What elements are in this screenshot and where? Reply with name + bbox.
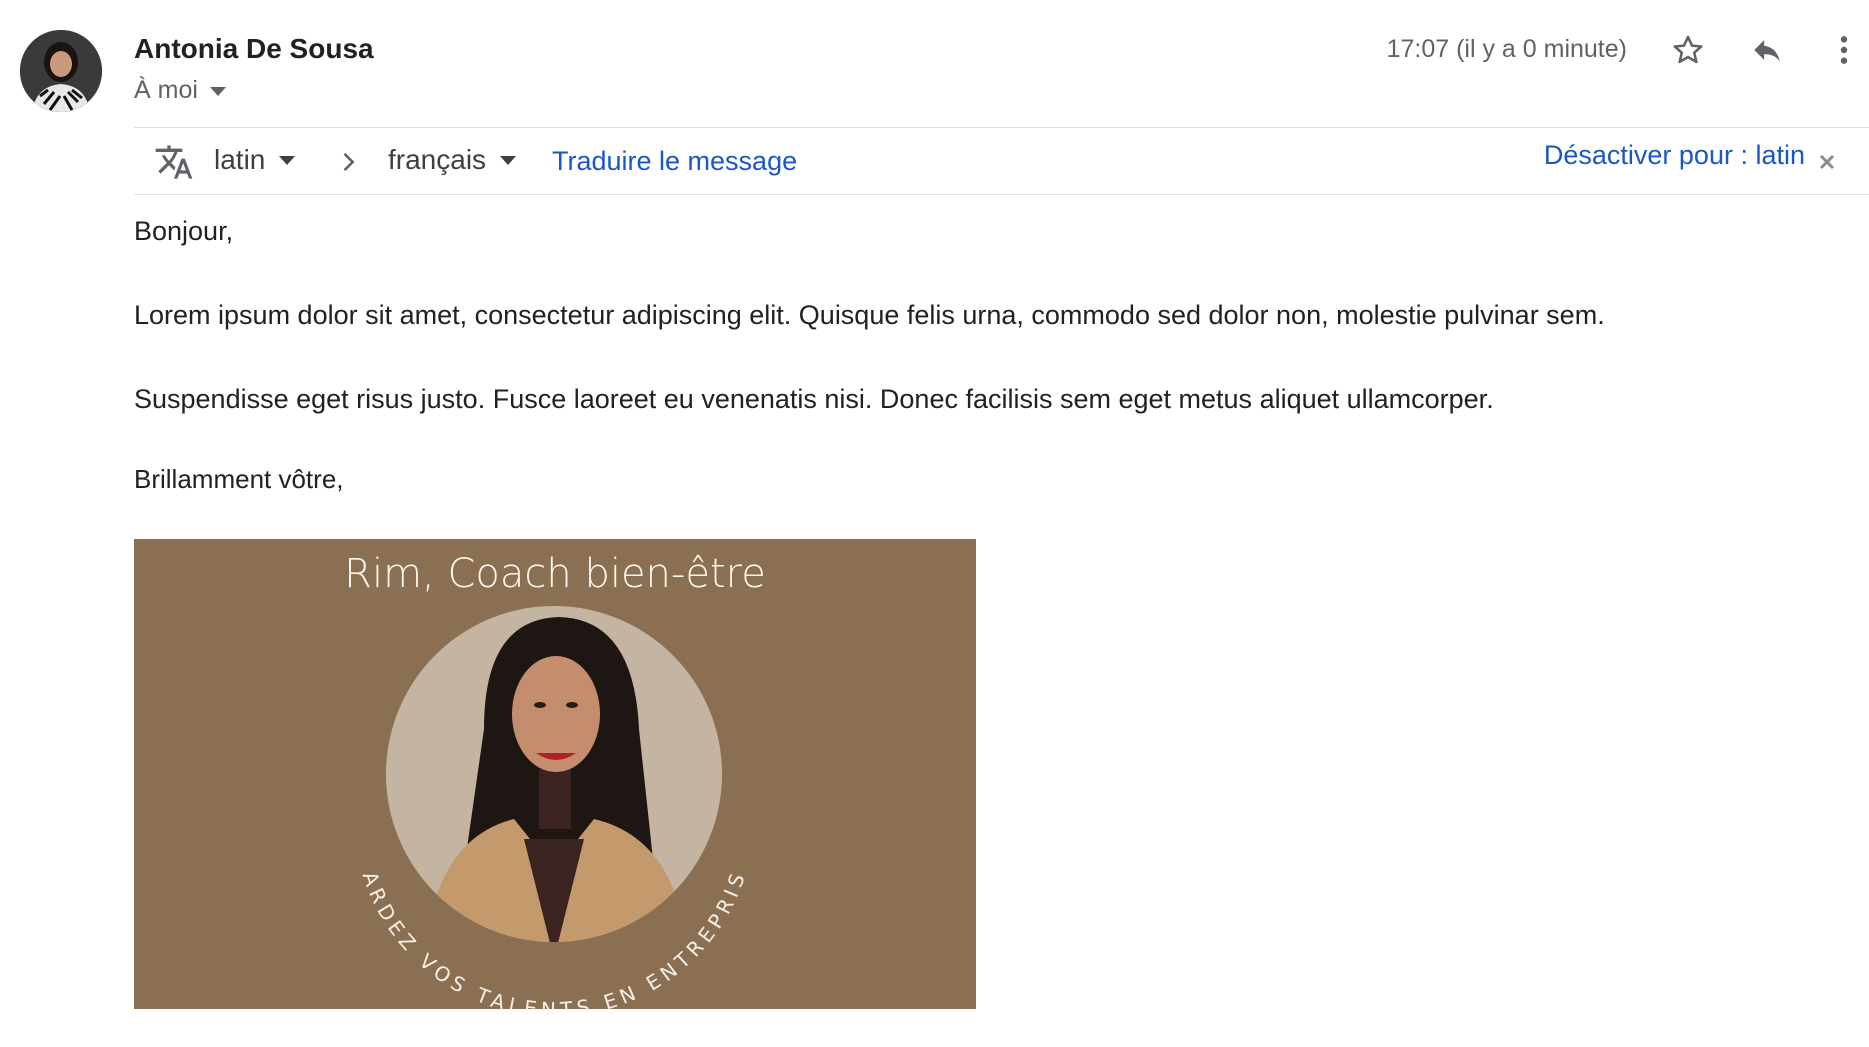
star-icon xyxy=(1673,35,1703,64)
chevron-right-icon xyxy=(343,152,355,172)
signature-title: Rim, Coach bien-être xyxy=(344,551,766,597)
signature-banner: GARDEZ VOS TALENTS EN ENTREPRISE Rim, Co… xyxy=(134,539,976,1009)
translate-bar: latin français Traduire le message Désac… xyxy=(134,127,1869,195)
more-options-button[interactable] xyxy=(1826,28,1862,72)
recipient-label: À moi xyxy=(134,76,198,104)
sender-avatar[interactable] xyxy=(20,30,102,112)
star-button[interactable] xyxy=(1666,28,1710,72)
recipient-details-toggle[interactable]: À moi xyxy=(134,76,226,105)
avatar-photo xyxy=(20,30,102,112)
caret-down-icon xyxy=(209,87,226,96)
coach-portrait xyxy=(386,606,722,942)
message-timestamp: 17:07 (il y a 0 minute) xyxy=(1386,35,1627,63)
close-icon[interactable] xyxy=(1815,150,1839,174)
reply-icon xyxy=(1754,40,1780,62)
disable-translation-link[interactable]: Désactiver pour : latin xyxy=(1544,140,1805,171)
reply-button[interactable] xyxy=(1745,28,1789,72)
caret-down-icon xyxy=(279,155,296,165)
message-paragraph: Lorem ipsum dolor sit amet, consectetur … xyxy=(134,300,1605,330)
sender-name: Antonia De Sousa xyxy=(134,33,374,64)
source-language-select[interactable]: latin xyxy=(214,144,296,176)
message-greeting: Bonjour, xyxy=(134,216,234,246)
target-language-label: français xyxy=(388,144,487,175)
caret-down-icon xyxy=(500,155,517,165)
target-language-select[interactable]: français xyxy=(388,144,517,176)
translate-message-link[interactable]: Traduire le message xyxy=(552,146,797,177)
email-view: Antonia De Sousa À moi 17:07 (il y a 0 m… xyxy=(0,0,1869,1047)
more-vert-icon xyxy=(1840,36,1848,64)
signature-artwork: GARDEZ VOS TALENTS EN ENTREPRISE xyxy=(134,539,746,1009)
translate-icon xyxy=(155,145,193,179)
message-paragraph: Suspendisse eget risus justo. Fusce laor… xyxy=(134,384,1494,414)
source-language-label: latin xyxy=(214,144,266,175)
message-closing: Brillamment vôtre, xyxy=(134,464,344,494)
